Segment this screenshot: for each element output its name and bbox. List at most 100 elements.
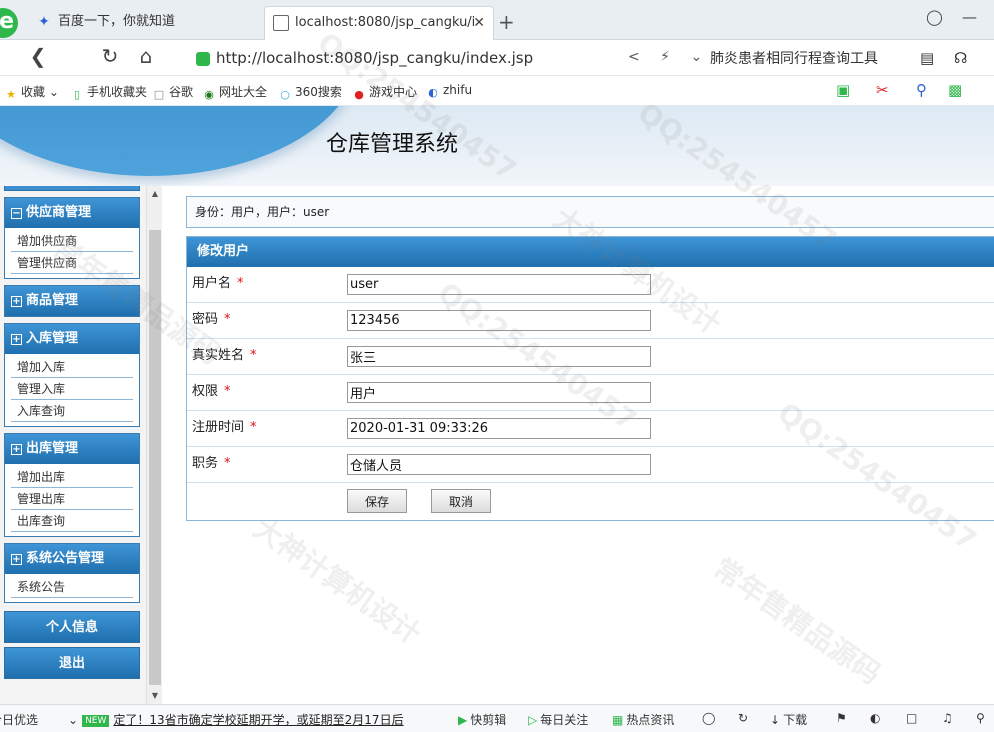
main-content: 身份：用户，用户：user 修改用户 用户名* 密码* 真实姓名* 权限* 注册… <box>162 186 994 704</box>
star-icon: ★ <box>6 88 16 101</box>
bookmark-sites[interactable]: ◉ 网址大全 <box>202 83 267 102</box>
bookmark-mobile[interactable]: ▯ 手机收藏夹 <box>70 83 147 102</box>
daily-focus[interactable]: ▷ 每日关注 <box>528 711 588 728</box>
flag-icon[interactable]: ⚑ <box>836 711 847 725</box>
password-field[interactable] <box>347 310 651 331</box>
headphone-icon[interactable]: ☊ <box>954 49 967 67</box>
bookmark-zhifu[interactable]: ◐ zhifu <box>426 83 472 100</box>
home-icon[interactable]: ⌂ <box>132 44 160 68</box>
bookmark-label: zhifu <box>443 83 473 97</box>
sidebar-item-query-inbound[interactable]: 入库查询 <box>11 400 133 422</box>
hot-news[interactable]: ▦ 热点资讯 <box>612 711 674 728</box>
bookmark-label: 谷歌 <box>169 85 194 99</box>
search-hint[interactable]: 肺炎患者相同行程查询工具 <box>710 48 900 68</box>
sidebar-item-add-supplier[interactable]: 增加供应商 <box>11 230 133 252</box>
field-label: 权限 * <box>192 384 231 399</box>
permission-field[interactable] <box>347 382 651 403</box>
logout-button[interactable]: 退出 <box>4 647 140 679</box>
bookmark-google[interactable]: □ 谷歌 <box>152 83 193 102</box>
sidebar-item-add-outbound[interactable]: 增加出库 <box>11 466 133 488</box>
sidebar-item-manage-outbound[interactable]: 管理出库 <box>11 488 133 510</box>
bookmark-label: 收藏 <box>21 85 46 99</box>
sidebar-menu: − 供应商管理 增加供应商 管理供应商 + 商品管理 + 入库管理 增加入库 管理入库… <box>4 186 140 679</box>
search-icon[interactable]: ⚲ <box>916 81 927 99</box>
required-mark: * <box>224 312 231 327</box>
browser-icon[interactable]: ◐ <box>870 711 880 725</box>
globe-icon: ◉ <box>204 88 214 101</box>
scrollbar-thumb[interactable] <box>149 230 161 685</box>
shield-icon <box>196 51 210 66</box>
browser-nav-bar: ❮ ↻ ⌂ http://localhost:8080/jsp_cangku/i… <box>0 40 994 76</box>
extension-icon[interactable]: ▣ <box>836 81 850 99</box>
shirt-icon[interactable]: ◯ <box>926 8 943 26</box>
news-ticker[interactable]: ⌄ NEW 定了！13省市确定学校延期开学，或延期至2月17日后 <box>68 711 404 728</box>
scroll-up-icon[interactable]: ▲ <box>147 186 162 202</box>
sidebar-group-header[interactable]: − 供应商管理 <box>5 198 139 228</box>
group-title: 系统公告管理 <box>26 551 105 566</box>
field-label: 注册时间 * <box>192 420 257 435</box>
new-tab-button[interactable]: + <box>498 10 515 34</box>
zoom-icon[interactable]: ⚲ <box>976 711 985 725</box>
sidebar-group-header[interactable]: + 入库管理 <box>5 324 139 354</box>
sidebar-item-query-outbound[interactable]: 出库查询 <box>11 510 133 532</box>
sidebar-group-header[interactable]: + 商品管理 <box>5 286 139 316</box>
address-bar[interactable]: http://localhost:8080/jsp_cangku/index.j… <box>192 44 616 72</box>
status-label: 热点资讯 <box>626 713 675 727</box>
scissors-icon[interactable]: ✂ <box>876 81 889 99</box>
sidebar-item-manage-inbound[interactable]: 管理入库 <box>11 378 133 400</box>
real-name-field[interactable] <box>347 346 651 367</box>
volume-icon[interactable]: ♫ <box>942 711 953 725</box>
refresh-icon[interactable]: ↻ <box>738 711 748 725</box>
sidebar-collapsed-group <box>4 186 140 191</box>
sidebar-group-outbound: + 出库管理 增加出库 管理出库 出库查询 <box>4 433 140 537</box>
form-row-realname: 真实姓名 * <box>187 339 994 375</box>
sidebar-item-manage-supplier[interactable]: 管理供应商 <box>11 252 133 274</box>
reload-icon[interactable]: ↻ <box>96 44 124 68</box>
form-actions: 保存 取消 <box>187 483 994 519</box>
form-row-username: 用户名 * <box>187 267 994 303</box>
position-field[interactable] <box>347 454 651 475</box>
minimize-icon[interactable]: — <box>962 8 977 26</box>
bookmark-favorites[interactable]: ★ 收藏 ⌄ <box>4 83 59 102</box>
scroll-down-icon[interactable]: ▼ <box>147 688 162 704</box>
url-text: http://localhost:8080/jsp_cangku/index.j… <box>216 49 534 67</box>
sidebar-group-inbound: + 入库管理 增加入库 管理入库 入库查询 <box>4 323 140 427</box>
download-button[interactable]: ↓ 下载 <box>770 711 807 728</box>
sidebar-group-header[interactable]: + 系统公告管理 <box>5 544 139 574</box>
battery-icon[interactable]: ▤ <box>920 49 934 67</box>
chevron-down-icon: ⌄ <box>68 713 79 727</box>
personal-info-button[interactable]: 个人信息 <box>4 611 140 643</box>
username-field[interactable] <box>347 274 651 295</box>
sidebar-group-header[interactable]: + 出库管理 <box>5 434 139 464</box>
sidebar-group-notice: + 系统公告管理 系统公告 <box>4 543 140 603</box>
bookmark-360[interactable]: ○ 360搜索 <box>278 83 342 102</box>
new-badge: NEW <box>82 715 110 727</box>
window-icon[interactable]: □ <box>906 711 917 725</box>
play-icon: ▷ <box>528 713 538 727</box>
share-icon[interactable]: < ⚡ ⌄ <box>628 49 710 65</box>
panel-title: 修改用户 <box>187 237 994 267</box>
required-mark: * <box>224 456 231 471</box>
sidebar-item-add-inbound[interactable]: 增加入库 <box>11 356 133 378</box>
group-title: 出库管理 <box>26 441 79 456</box>
bookmark-label: 360搜索 <box>295 85 342 99</box>
cancel-button[interactable]: 取消 <box>431 489 491 513</box>
register-time-field[interactable] <box>347 418 651 439</box>
sidebar-item-notice[interactable]: 系统公告 <box>11 576 133 598</box>
app-title: 仓库管理系统 <box>326 132 459 157</box>
header-arc-decoration <box>0 106 360 176</box>
quick-clip[interactable]: ▶ 快剪辑 <box>458 711 506 728</box>
speed-icon[interactable]: ◯ <box>702 711 715 725</box>
collapse-icon: − <box>11 208 22 219</box>
bookmark-games[interactable]: ● 游戏中心 <box>352 83 417 102</box>
game-controller-icon[interactable]: ▩ <box>948 81 962 99</box>
daily-picks[interactable]: 今日优选 <box>0 711 38 728</box>
back-icon[interactable]: ❮ <box>24 44 52 68</box>
tab-baidu[interactable]: ✦ 百度一下，你就知道 <box>36 6 260 40</box>
game-icon: ● <box>354 88 364 101</box>
news-headline[interactable]: 定了！13省市确定学校延期开学，或延期至2月17日后 <box>113 713 403 727</box>
save-button[interactable]: 保存 <box>347 489 407 513</box>
tab-localhost[interactable]: localhost:8080/jsp_cangku/ind ✕ <box>264 6 494 40</box>
close-tab-icon[interactable]: ✕ <box>473 7 485 39</box>
sidebar-scrollbar[interactable]: ▲ ▼ <box>146 186 162 704</box>
